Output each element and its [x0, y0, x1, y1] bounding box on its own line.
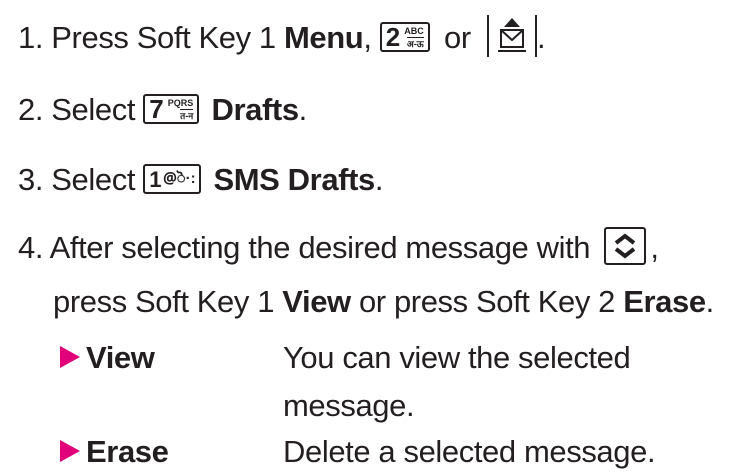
erase-label: Erase: [623, 284, 706, 319]
key-hindi: अ-ऊ: [406, 36, 424, 49]
step-text: Press Soft Key 1: [51, 20, 284, 55]
step-4-line-2: press Soft Key 1 View or press Soft Key …: [53, 282, 714, 322]
key-digit: 1: [149, 166, 162, 192]
key-symbols: @ॆ·:: [163, 169, 196, 187]
menu-label: Menu: [283, 20, 364, 55]
step-3: 3. Select 1 @ॆ·: SMS Drafts.: [18, 160, 383, 200]
key-digit: 7: [149, 93, 164, 124]
option-erase: Erase: [60, 432, 169, 472]
step-text: Select: [51, 92, 136, 127]
step-number: 1.: [18, 20, 44, 55]
key-letters: PQRS: [167, 97, 194, 108]
option-view-description: You can view the selected: [283, 338, 631, 378]
option-desc-line: You can view the selected: [283, 340, 631, 375]
step-number: 2.: [18, 92, 44, 127]
option-term: Erase: [86, 434, 169, 469]
step-text: press Soft Key 1: [53, 284, 283, 319]
or-text: or: [443, 20, 471, 55]
message-envelope-icon: [486, 14, 537, 57]
comma: ,: [363, 20, 372, 55]
option-view-description-2: message.: [283, 386, 415, 426]
nav-up-down-icon: [604, 226, 647, 265]
period: .: [298, 92, 308, 127]
option-term: View: [86, 340, 155, 375]
step-text: or press Soft Key 2: [350, 284, 624, 319]
key-digit: 2: [385, 21, 401, 52]
sms-drafts-label: SMS Drafts: [213, 162, 375, 197]
key-7-icon: 7 PQRS त-न: [143, 93, 200, 124]
step-text: Select: [51, 162, 136, 197]
triangle-bullet-icon: [60, 440, 80, 463]
view-label: View: [282, 284, 351, 319]
step-text: After selecting the desired message with: [49, 230, 591, 265]
step-4-line-1: 4. After selecting the desired message w…: [18, 226, 659, 268]
drafts-label: Drafts: [211, 92, 299, 127]
step-number: 4.: [18, 230, 44, 265]
period: .: [705, 284, 715, 319]
option-erase-description: Delete a selected message.: [283, 432, 656, 472]
option-view: View: [60, 338, 155, 378]
key-2-icon: 2 ABC अ-ऊ: [379, 21, 430, 52]
period: .: [374, 162, 384, 197]
comma: ,: [650, 230, 659, 265]
option-desc-line: message.: [283, 388, 415, 423]
option-desc-line: Delete a selected message.: [283, 434, 656, 469]
step-2: 2. Select 7 PQRS त-न Drafts.: [18, 90, 307, 130]
triangle-bullet-icon: [60, 346, 80, 369]
key-1-icon: 1 @ॆ·:: [143, 163, 202, 194]
period: .: [536, 20, 546, 55]
step-1: 1. Press Soft Key 1 Menu, 2 ABC अ-ऊ or .: [18, 14, 546, 58]
key-letters: ABC: [404, 25, 424, 36]
step-number: 3.: [18, 162, 44, 197]
key-hindi: त-न: [180, 108, 194, 121]
